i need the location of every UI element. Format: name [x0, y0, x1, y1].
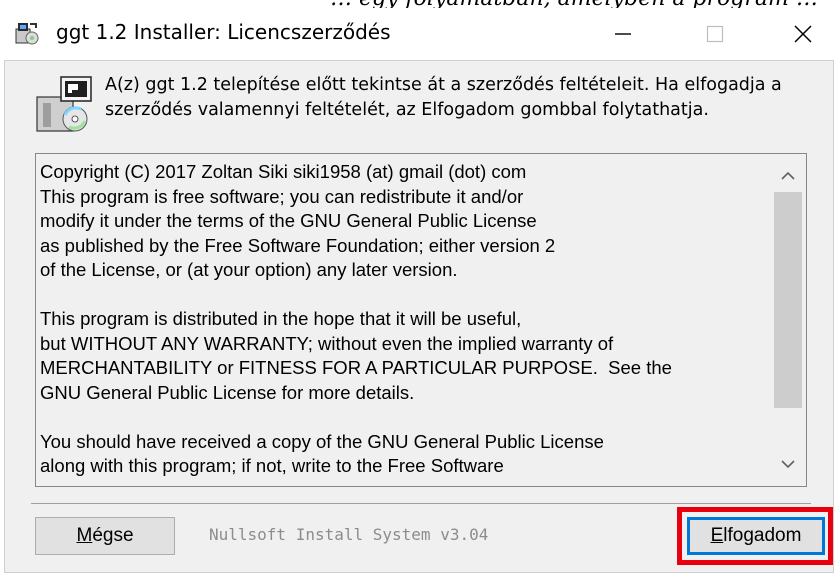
installer-icon — [15, 23, 39, 45]
cancel-button[interactable]: Mégse — [35, 517, 175, 555]
installer-dialog: A(z) ggt 1.2 telepítése előtt tekintse á… — [4, 60, 834, 573]
minimize-button[interactable] — [588, 8, 658, 60]
close-icon — [794, 25, 812, 43]
cancel-mnemonic: M — [76, 525, 93, 546]
license-text: Copyright (C) 2017 Zoltan Siki siki1958 … — [40, 161, 672, 476]
background-text: … egy folyamatban, amelyben a program … — [330, 0, 818, 8]
cancel-label: égse — [92, 525, 134, 546]
footer-separator — [31, 503, 811, 504]
minimize-icon — [615, 33, 631, 35]
vertical-scrollbar[interactable] — [770, 154, 806, 486]
scroll-down-button[interactable] — [770, 446, 806, 482]
license-text-box[interactable]: Copyright (C) 2017 Zoltan Siki siki1958 … — [35, 153, 807, 487]
installer-box-icon — [36, 76, 92, 132]
license-instructions: A(z) ggt 1.2 telepítése előtt tekintse á… — [105, 75, 782, 120]
scrollbar-thumb[interactable] — [774, 192, 802, 408]
close-button[interactable] — [768, 8, 838, 60]
chevron-down-icon — [781, 460, 795, 469]
maximize-button[interactable] — [680, 8, 750, 60]
nsis-branding: Nullsoft Install System v3.04 — [209, 525, 489, 544]
accept-button[interactable]: Elfogadom — [687, 517, 825, 555]
maximize-icon — [706, 25, 724, 43]
accept-mnemonic: E — [710, 525, 724, 546]
background-text-strip: … egy folyamatban, amelyben a program … — [0, 0, 838, 8]
scroll-up-button[interactable] — [770, 158, 806, 194]
window-title: ggt 1.2 Installer: Licencszerződés — [56, 20, 391, 44]
chevron-up-icon — [781, 171, 795, 180]
accept-label: lfogadom — [723, 525, 802, 546]
title-bar[interactable]: ggt 1.2 Installer: Licencszerződés — [0, 8, 838, 60]
